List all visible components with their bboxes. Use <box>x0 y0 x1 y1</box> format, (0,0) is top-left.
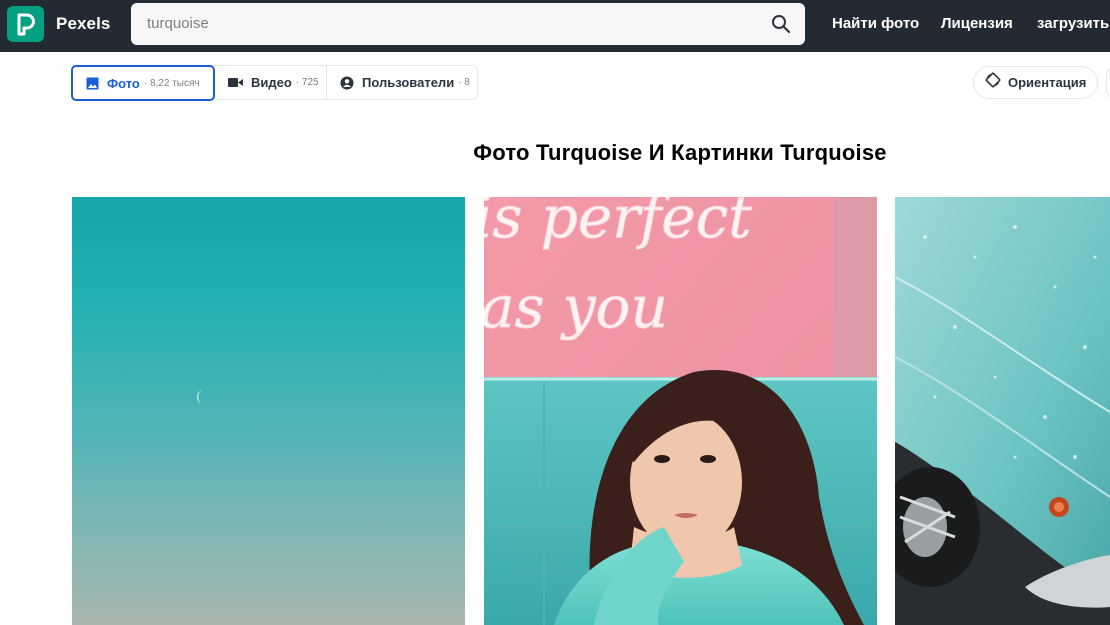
tab-videos[interactable]: Видео · 725 <box>215 65 327 100</box>
user-icon <box>340 76 354 90</box>
image-icon <box>86 77 99 90</box>
tab-users-count: · 8 <box>458 77 470 88</box>
search-input[interactable]: turquoise <box>147 15 209 32</box>
pexels-logo-icon[interactable] <box>7 6 44 42</box>
orientation-icon <box>985 72 1001 93</box>
tab-users[interactable]: Пользователи · 8 <box>327 65 477 100</box>
photo-image <box>72 197 465 625</box>
orientation-filter-button[interactable]: Ориентация <box>973 66 1098 99</box>
photo-card-turquoise-sky[interactable] <box>72 197 465 625</box>
tab-videos-count: · 725 <box>295 77 319 88</box>
size-filter-button[interactable] <box>1106 66 1110 99</box>
nav-upload-link[interactable]: загрузить <box>1037 15 1109 32</box>
orientation-filter-label: Ориентация <box>1008 75 1087 90</box>
page-title: Фото Turquoise И Картинки Turquoise <box>473 140 887 165</box>
photo-image <box>895 197 1110 625</box>
photo-card-woman-neon[interactable]: is perfect as you <box>484 197 877 625</box>
search-icon[interactable] <box>771 14 791 39</box>
media-type-tabs: Фото · 8,22 тысяч Видео · 725 Пользовате… <box>71 65 478 101</box>
nav-license-link[interactable]: Лицензия <box>941 15 1013 32</box>
tab-photos-label: Фото <box>107 75 140 91</box>
tab-photos[interactable]: Фото · 8,22 тысяч <box>71 65 215 101</box>
photo-image: is perfect as you <box>484 197 877 625</box>
nav-find-photos-link[interactable]: Найти фото <box>832 15 919 32</box>
top-navigation-bar: Pexels turquoise Найти фото Лицензия заг… <box>0 0 1110 52</box>
tab-videos-label: Видео <box>251 75 292 90</box>
search-bar[interactable]: turquoise <box>131 3 805 45</box>
tab-users-label: Пользователи <box>362 75 455 90</box>
neon-text-line-2: as you <box>484 273 668 341</box>
brand-name[interactable]: Pexels <box>56 14 110 34</box>
photo-card-turquoise-car[interactable] <box>895 197 1110 625</box>
neon-text-line-1: is perfect <box>484 197 752 251</box>
tab-photos-count: · 8,22 тысяч <box>143 77 200 89</box>
video-camera-icon <box>228 77 243 88</box>
